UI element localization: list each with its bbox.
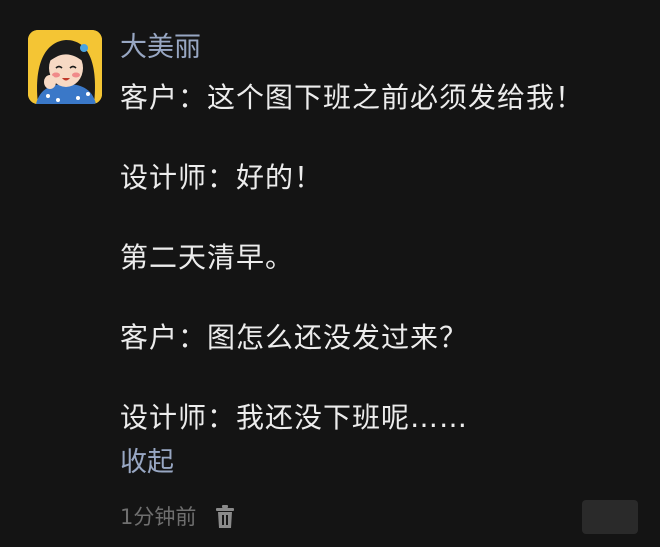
comment-line: 第二天清早。 xyxy=(120,241,295,274)
comment-footer: 1分钟前 xyxy=(120,502,236,532)
avatar[interactable] xyxy=(28,30,102,104)
timestamp: 1分钟前 xyxy=(120,505,197,529)
comment-body: 客户：这个图下班之前必须发给我！ 设计师：好的！ 第二天清早。 客户：图怎么还没… xyxy=(120,80,584,436)
comment-line: 客户：这个图下班之前必须发给我！ xyxy=(120,81,585,114)
comment-line: 客户：图怎么还没发过来？ xyxy=(120,321,469,354)
trash-icon[interactable] xyxy=(214,504,236,530)
collapse-link[interactable]: 收起 xyxy=(120,445,174,481)
comment-card: 大美丽 客户：这个图下班之前必须发给我！ 设计师：好的！ 第二天清早。 客户：图… xyxy=(0,0,660,547)
cartoon-girl-avatar-icon xyxy=(28,30,102,104)
watermark-badge xyxy=(582,500,638,534)
comment-line: 设计师：我还没下班呢…… xyxy=(120,401,469,434)
comment-line: 设计师：好的！ xyxy=(120,161,324,194)
username[interactable]: 大美丽 xyxy=(120,30,201,66)
